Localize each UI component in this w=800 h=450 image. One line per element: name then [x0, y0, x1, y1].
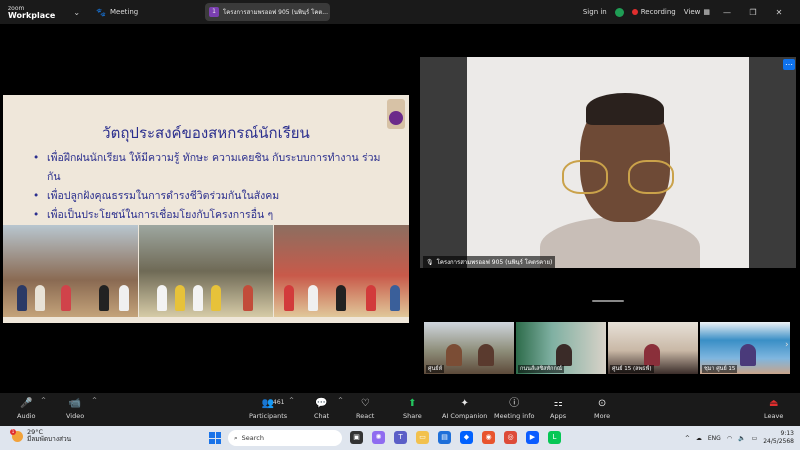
leave-button[interactable]: ⏏ Leave — [764, 398, 783, 420]
weather-description: มีลมพัดบางส่วน — [27, 435, 72, 443]
search-icon: ⌕ — [234, 433, 238, 442]
camera-icon: 📹 — [68, 398, 82, 409]
battery-icon[interactable]: ▭ — [752, 435, 758, 442]
participant-thumbnail[interactable]: ชุมา ศูนย์ 15 — [700, 322, 790, 374]
zoom-logo: zoom Workplace — [8, 5, 56, 20]
paw-icon: 🐾 — [96, 7, 107, 17]
chat-button[interactable]: 💬 Chat — [314, 398, 329, 420]
slide-bullet: เพื่อฝึกฝนนักเรียน ให้มีความรู้ ทักษะ คว… — [33, 149, 393, 187]
grid-icon: ▦ — [703, 8, 710, 16]
language-indicator[interactable]: ENG — [708, 435, 721, 442]
taskbar-search[interactable]: ⌕ Search — [228, 430, 342, 446]
title-bar: zoom Workplace ⌄ 🐾 Meeting 1 โครงการสามพ… — [0, 0, 800, 24]
sparkle-icon: ✦ — [460, 398, 469, 409]
volume-icon[interactable]: 🔈 — [738, 435, 745, 442]
slide-title: วัตถุประสงค์ของสหกรณ์นักเรียน — [102, 124, 310, 142]
meeting-title-pill[interactable]: 1 โครงการสามพรออฟ 905 (นพินฺร์ โคต... ⋯ — [205, 3, 330, 21]
share-button[interactable]: ⬆ Share — [403, 398, 422, 420]
mic-muted-icon: 🎤 — [20, 398, 33, 409]
active-speaker-video[interactable] — [420, 57, 796, 268]
market-photo — [139, 225, 273, 317]
chevron-up-icon[interactable]: ^ — [685, 435, 690, 442]
meeting-info-button[interactable]: ⓘ Meeting info — [494, 398, 534, 420]
clock[interactable]: 9:13 24/5/2568 — [763, 430, 794, 446]
react-button[interactable]: ♡ React — [356, 398, 374, 420]
participant-thumbnail[interactable]: กนนส์เสซิสทักกณ์ — [516, 322, 606, 374]
shield-icon[interactable] — [614, 7, 624, 17]
info-icon: ⓘ — [509, 398, 520, 409]
windows-taskbar: 1 29°C มีลมพัดบางส่วน ⌕ Search ▣ ✺ T ▭ ▤… — [0, 426, 800, 450]
video-options-button[interactable]: … — [783, 59, 795, 70]
participants-options-caret[interactable]: ^ — [289, 397, 294, 404]
line-icon[interactable]: L — [548, 431, 561, 444]
file-explorer-icon[interactable]: ▭ — [416, 431, 429, 444]
taskbar-apps: ▣ ✺ T ▭ ▤ ◆ ◉ ◎ ▶ L — [350, 431, 561, 444]
meeting-tab[interactable]: 🐾 Meeting — [96, 8, 138, 17]
record-dot-icon — [631, 9, 638, 15]
chevron-down-icon[interactable]: ⌄ — [73, 8, 80, 17]
participant-thumbnail[interactable]: ศูนย์ห์ — [424, 322, 514, 374]
view-button[interactable]: View ▦ — [684, 8, 710, 16]
slide-bullet: เพื่อเป็นประโยชน์ในการเชื่อมโยงกับโครงกา… — [33, 206, 393, 225]
wifi-icon[interactable]: ◠ — [727, 435, 732, 442]
video-options-caret[interactable]: ^ — [92, 397, 97, 404]
copilot-icon[interactable]: ✺ — [372, 431, 385, 444]
participant-thumbnails: ศูนย์ห์ กนนส์เสซิสทักกณ์ ศูนย์ 15 (ลพธฟ์… — [424, 322, 790, 374]
slide-photos — [3, 225, 409, 317]
speaker-name-label: 🎙 โครงการสามพรออฟ 905 (นพินฺร์ โคตรคาย) — [423, 256, 556, 268]
audio-options-caret[interactable]: ^ — [41, 397, 46, 404]
apps-icon: ⚏ — [553, 398, 563, 409]
classroom-photo — [3, 225, 139, 317]
panel-resize-handle[interactable] — [592, 300, 624, 302]
recording-indicator[interactable]: Recording — [631, 8, 676, 16]
start-button[interactable] — [209, 432, 221, 444]
share-screen-icon: ⬆ — [408, 398, 417, 409]
mic-icon: 🎙 — [426, 258, 434, 266]
weather-widget[interactable]: 1 29°C มีลมพัดบางส่วน — [10, 428, 72, 443]
title-bar-right: Sign in Recording View ▦ — ❐ ✕ — [583, 0, 800, 24]
ai-companion-button[interactable]: ✦ AI Companion — [442, 398, 487, 420]
audio-button[interactable]: 🎤 Audio — [17, 398, 35, 420]
dropbox-icon[interactable]: ◆ — [460, 431, 473, 444]
meeting-title: โครงการสามพรออฟ 905 (นพินฺร์ โคต... — [223, 9, 328, 16]
chat-icon: 💬 — [315, 398, 328, 409]
store-icon[interactable]: ▤ — [438, 431, 451, 444]
tab-number-badge: 1 — [209, 7, 219, 17]
meeting-toolbar: 🎤 Audio ^ 📹 Video ^ 👥 Participants 461 ^… — [0, 393, 800, 426]
system-tray: ^ ☁ ENG ◠ 🔈 ▭ 9:13 24/5/2568 — [685, 428, 800, 448]
notification-badge: 1 — [10, 428, 16, 435]
more-icon: ⊙ — [597, 398, 607, 409]
slide-bullet: เพื่อปลูกฝังคุณธรรมในการดำรงชีวิตร่วมกัน… — [33, 187, 393, 206]
chat-options-caret[interactable]: ^ — [338, 397, 343, 404]
apps-button[interactable]: ⚏ Apps — [550, 398, 566, 420]
teams-icon[interactable]: T — [394, 431, 407, 444]
chevron-right-icon[interactable]: › — [785, 340, 789, 350]
participant-thumbnail[interactable]: ศูนย์ 15 (ลพธฟ์) — [608, 322, 698, 374]
leave-icon: ⏏ — [768, 398, 779, 409]
video-button[interactable]: 📹 Video — [66, 398, 84, 420]
participants-count: 461 — [273, 399, 285, 406]
zoom-window: zoom Workplace ⌄ 🐾 Meeting 1 โครงการสามพ… — [0, 0, 800, 450]
restore-icon[interactable]: ❐ — [744, 8, 762, 17]
glasses — [558, 160, 688, 194]
close-icon[interactable]: ✕ — [770, 8, 788, 17]
firefox-icon[interactable]: ◉ — [482, 431, 495, 444]
more-button[interactable]: ⊙ More — [594, 398, 610, 420]
slide-bullets: เพื่อฝึกฝนนักเรียน ให้มีความรู้ ทักษะ คว… — [33, 149, 393, 225]
chrome-icon[interactable]: ◎ — [504, 431, 517, 444]
zoom-icon[interactable]: ▶ — [526, 431, 539, 444]
minimize-icon[interactable]: — — [718, 8, 736, 17]
heart-icon: ♡ — [360, 398, 370, 409]
shared-screen-slide: วัตถุประสงค์ของสหกรณ์นักเรียน เพื่อฝึกฝน… — [3, 95, 409, 323]
weather-icon: 1 — [10, 428, 23, 442]
task-view-icon[interactable]: ▣ — [350, 431, 363, 444]
co-op-shop-photo — [273, 225, 409, 317]
sign-in-link[interactable]: Sign in — [583, 8, 607, 16]
cloud-icon[interactable]: ☁ — [696, 435, 702, 442]
